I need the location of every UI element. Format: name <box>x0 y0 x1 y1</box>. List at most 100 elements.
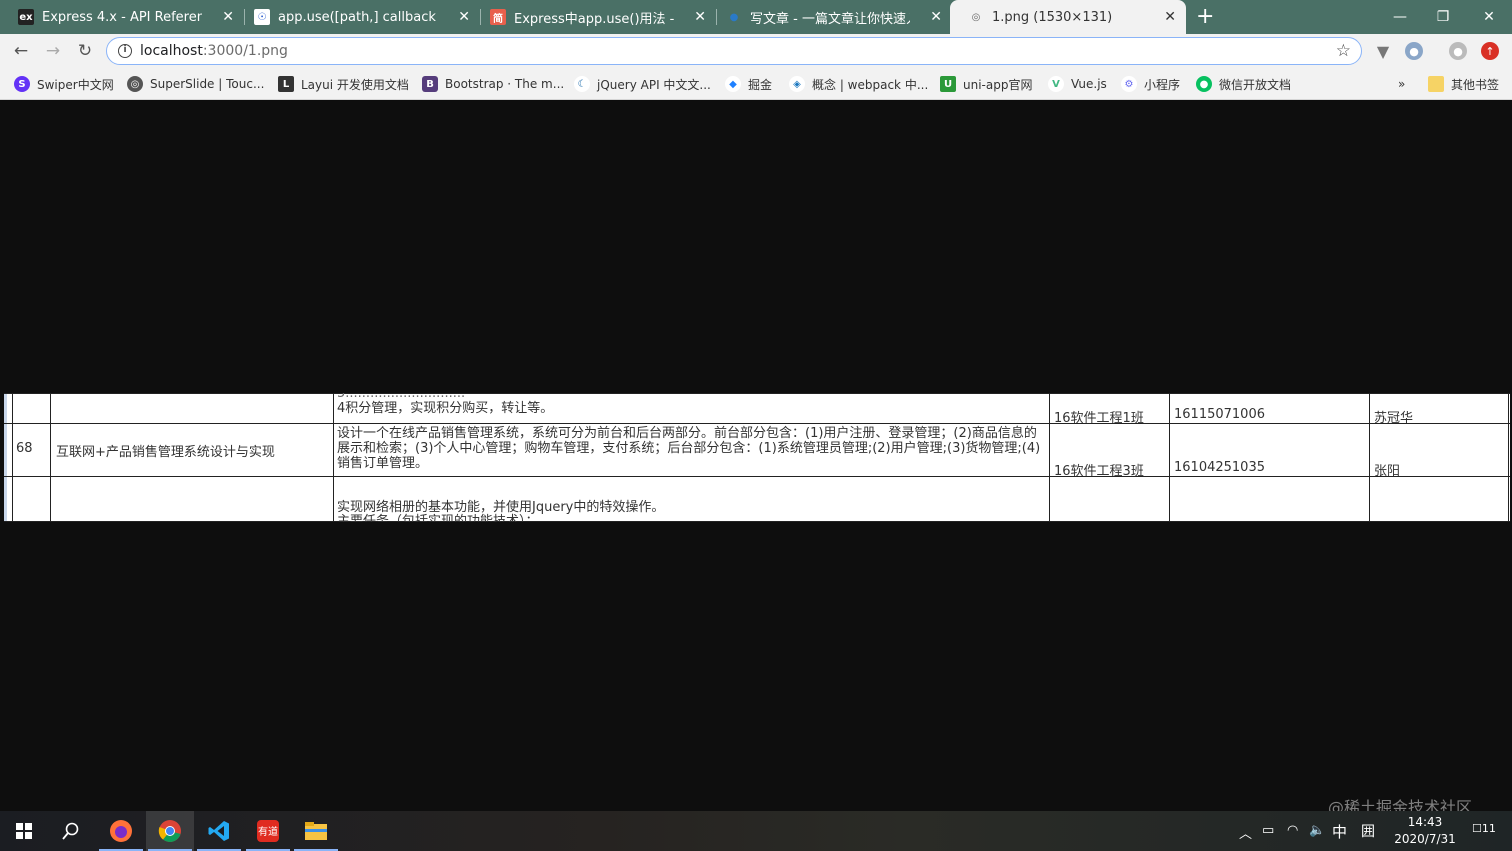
reload-button[interactable]: ↻ <box>74 40 96 62</box>
express-favicon-icon: ex <box>18 9 34 25</box>
profile-avatar-icon[interactable]: ● <box>1449 42 1467 60</box>
update-icon[interactable]: ↑ <box>1481 42 1499 60</box>
volume-icon[interactable]: 🔈 <box>1309 823 1325 838</box>
taskbar-clock[interactable]: 14:43 2020/7/31 <box>1390 814 1460 848</box>
restore-button[interactable]: ❐ <box>1420 0 1466 34</box>
jquery-icon: ☾ <box>574 76 590 92</box>
taskbar-vscode[interactable] <box>195 811 243 851</box>
url-path: :3000/1.png <box>202 43 288 59</box>
close-tab-icon[interactable]: ✕ <box>222 9 234 25</box>
bookmarks-bar: S Swiper中文网 ◎ SuperSlide | Touc... L Layui … <box>0 68 1512 100</box>
swiper-icon: S <box>14 76 30 92</box>
minimize-button[interactable]: — <box>1377 0 1423 34</box>
bookmark-label: uni-app官网 <box>963 77 1033 92</box>
table-border <box>1369 393 1370 522</box>
keyboard-layout-icon[interactable]: 囲 <box>1361 821 1375 841</box>
bookmark-layui[interactable]: L Layui 开发使用文档 <box>278 75 409 93</box>
vue-icon: V <box>1048 76 1064 92</box>
bookmark-miniprogram[interactable]: ⚙ 小程序 <box>1121 75 1180 93</box>
tab-jianshu[interactable]: 简 Express中app.use()用法 - 简书 ✕ <box>472 0 716 34</box>
forward-button[interactable]: → <box>42 40 64 62</box>
bookmark-jquery[interactable]: ☾ jQuery API 中文文... <box>574 75 711 93</box>
globe-icon: ◎ <box>127 76 143 92</box>
table-border <box>4 423 1510 424</box>
table-cell-class: 16软件工程3班 <box>1054 464 1144 479</box>
svg-text:有道: 有道 <box>258 825 278 838</box>
new-tab-button[interactable]: + <box>1196 4 1214 29</box>
clock-time: 14:43 <box>1407 815 1443 829</box>
tab-write-article[interactable]: ● 写文章 - 一篇文章让你快速入门e ✕ <box>708 0 952 34</box>
close-window-button[interactable]: ✕ <box>1466 0 1512 34</box>
table-cell-no: 68 <box>16 441 33 456</box>
table-cell-desc: 4积分管理，实现积分购买，转让等。 <box>337 401 554 416</box>
folder-icon <box>1428 76 1444 92</box>
notification-center-button[interactable]: ☐11 <box>1472 822 1496 835</box>
extension-icon[interactable]: ● <box>1405 42 1423 60</box>
close-tab-icon[interactable]: ✕ <box>930 9 942 25</box>
ime-indicator[interactable]: 中 <box>1332 821 1347 842</box>
bookmark-label: Swiper中文网 <box>37 77 114 92</box>
taskbar-chrome[interactable] <box>146 811 194 851</box>
bookmark-label: 掘金 <box>748 77 773 92</box>
tab-title: Express中app.use()用法 - 简书 <box>514 11 674 27</box>
table-border <box>1169 393 1170 522</box>
taskbar-file-explorer[interactable] <box>292 811 340 851</box>
table-cell-name: 苏冠华 <box>1374 411 1414 426</box>
tab-app-use[interactable]: ☉ app.use([path,] callback [,callb ✕ <box>236 0 480 34</box>
bookmark-wechat-docs[interactable]: ● 微信开放文档 <box>1196 75 1291 93</box>
bookmark-juejin[interactable]: ◆ 掘金 <box>725 75 772 93</box>
webpack-icon: ◈ <box>789 76 805 92</box>
close-tab-icon[interactable]: ✕ <box>1164 9 1176 25</box>
displayed-image: 5............................. 4积分管理，实现积… <box>4 393 1510 522</box>
image-edge <box>4 393 7 522</box>
table-cell-name: 张阳 <box>1374 464 1401 479</box>
bookmark-star-icon[interactable]: ☆ <box>1336 41 1351 61</box>
close-tab-icon[interactable]: ✕ <box>458 9 470 25</box>
site-info-icon[interactable]: i <box>118 44 132 58</box>
jianshu-favicon-icon: 简 <box>490 9 506 25</box>
table-border <box>333 393 334 522</box>
bookmark-swiper[interactable]: S Swiper中文网 <box>14 75 114 93</box>
bookmark-superslide[interactable]: ◎ SuperSlide | Touc... <box>127 75 264 93</box>
tab-title: 1.png (1530×131) <box>992 9 1113 25</box>
close-tab-icon[interactable]: ✕ <box>694 9 706 25</box>
table-border <box>12 393 13 522</box>
table-border <box>1508 393 1509 522</box>
miniprogram-icon: ⚙ <box>1121 76 1137 92</box>
bookmark-label: Layui 开发使用文档 <box>301 77 409 92</box>
table-border <box>50 393 51 522</box>
table-border <box>4 393 1510 394</box>
bookmark-vuejs[interactable]: V Vue.js <box>1048 75 1107 93</box>
table-cell-desc: 主要任务（包括实现的功能技术）： <box>337 514 539 522</box>
tab-express-api[interactable]: ex Express 4.x - API Reference - E ✕ <box>0 0 244 34</box>
other-bookmarks-folder[interactable]: 其他书签 <box>1428 75 1499 93</box>
vscode-icon <box>208 821 229 841</box>
wechat-icon: ● <box>1196 76 1212 92</box>
tab-strip: ex Express 4.x - API Reference - E ✕ ☉ a… <box>0 0 1512 34</box>
bookmark-label: 概念 | webpack 中... <box>812 77 929 92</box>
table-cell-id: 16104251035 <box>1174 460 1265 475</box>
table-border <box>1049 393 1050 522</box>
wifi-icon[interactable]: ◠ <box>1287 823 1298 838</box>
chrome-icon <box>158 820 181 842</box>
back-button[interactable]: ← <box>10 40 32 62</box>
search-button[interactable] <box>47 811 95 851</box>
battery-icon[interactable]: ▭ <box>1262 823 1274 838</box>
bookmark-label: 其他书签 <box>1451 77 1500 92</box>
bookmark-uniapp[interactable]: Uuni-app官网 <box>940 75 1032 93</box>
tab-1-png[interactable]: ◎ 1.png (1530×131) ✕ <box>950 0 1186 34</box>
table-cell-desc: 设计一个在线产品销售管理系统，系统可分为前台和后台两部分。前台部分包含：(1)用… <box>337 426 1041 471</box>
zhihu-favicon-icon: ● <box>729 11 739 23</box>
address-url[interactable]: localhost:3000/1.png <box>140 43 288 59</box>
address-bar[interactable]: i localhost:3000/1.png ☆ <box>106 37 1362 65</box>
bookmarks-overflow-button[interactable]: » <box>1398 75 1405 93</box>
start-button[interactable] <box>0 811 48 851</box>
taskbar-youdao[interactable]: 有道 <box>244 811 292 851</box>
vue-devtools-extension-icon[interactable]: ▼ <box>1374 42 1392 61</box>
taskbar-firefox[interactable] <box>97 811 145 851</box>
bookmark-webpack[interactable]: ◈ 概念 | webpack 中... <box>789 75 928 93</box>
bookmark-bootstrap[interactable]: B Bootstrap · The m... <box>422 75 564 93</box>
url-host: localhost <box>140 43 203 59</box>
search-icon <box>62 822 79 840</box>
show-hidden-icons-button[interactable]: ︿ <box>1239 823 1252 842</box>
